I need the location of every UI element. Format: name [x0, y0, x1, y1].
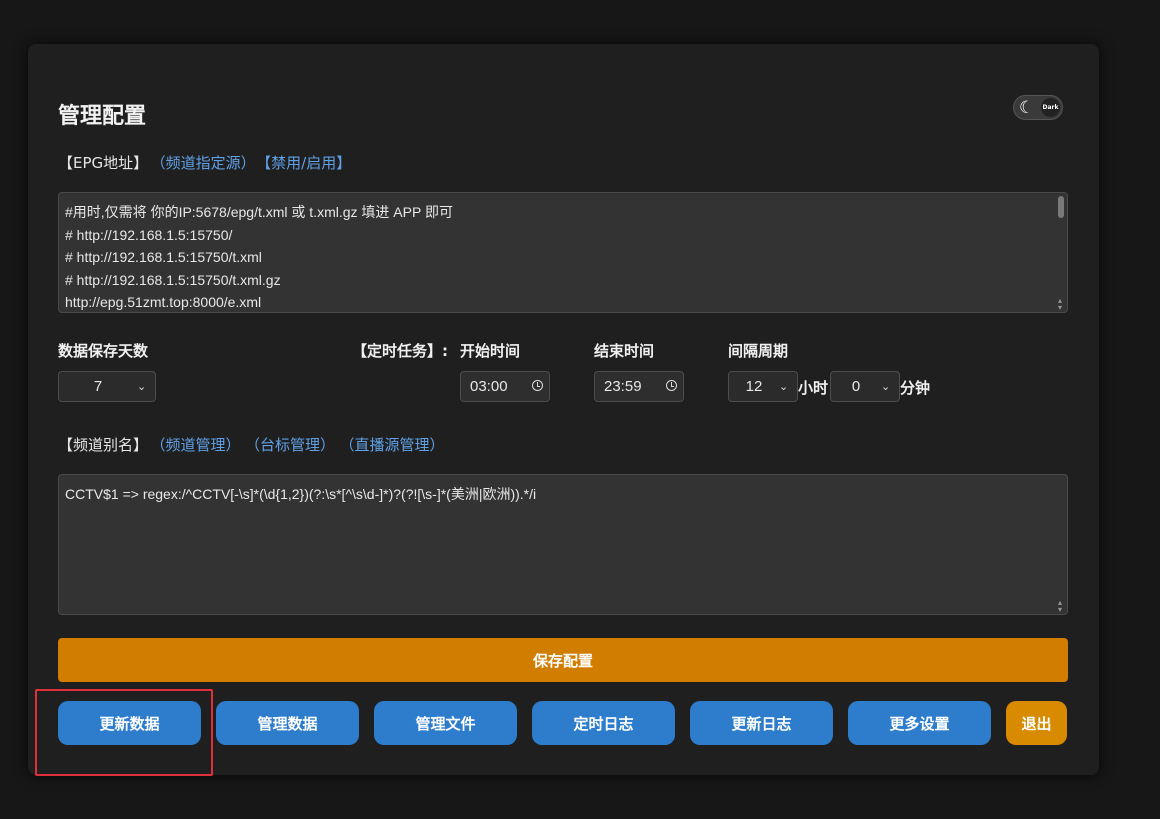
interval-minutes-select[interactable]: 0 ⌄: [830, 371, 900, 402]
page-title: 管理配置: [58, 104, 147, 129]
live-source-manage-link[interactable]: （直播源管理）: [347, 436, 445, 454]
save-config-button[interactable]: 保存配置: [58, 638, 1068, 682]
update-log-button[interactable]: 更新日志: [690, 701, 833, 745]
toggle-enable-link[interactable]: 【禁用/启用】: [264, 154, 352, 172]
interval-minutes-value: 0: [851, 378, 861, 395]
resize-handle-icon[interactable]: ▴ ▾: [1056, 297, 1064, 312]
theme-toggle[interactable]: ☾ Dark: [1013, 95, 1063, 120]
end-time-label: 结束时间: [594, 342, 655, 360]
interval-label: 间隔周期: [728, 342, 789, 360]
channel-manage-link[interactable]: （频道管理）: [158, 436, 241, 454]
chevron-down-icon: ⌄: [881, 381, 891, 393]
resize-handle-icon[interactable]: ▴ ▾: [1056, 599, 1064, 614]
logo-manage-link[interactable]: （台标管理）: [253, 436, 336, 454]
cron-log-button[interactable]: 定时日志: [532, 701, 675, 745]
alias-label: 【频道别名】: [58, 436, 149, 454]
epg-header: 【EPG地址】 （频道指定源） 【禁用/启用】: [58, 152, 351, 173]
scrollbar-thumb[interactable]: [1058, 196, 1064, 218]
epg-line: # http://192.168.1.5:15750/t.xml: [65, 249, 262, 265]
logout-button[interactable]: 退出: [1006, 701, 1067, 745]
minutes-unit: 分钟: [900, 379, 931, 397]
more-settings-button[interactable]: 更多设置: [848, 701, 991, 745]
epg-url-textarea[interactable]: #用时,仅需将 你的IP:5678/epg/t.xml 或 t.xml.gz 填…: [58, 192, 1068, 313]
interval-hours-value: 12: [745, 378, 763, 395]
alias-content: CCTV$1 => regex:/^CCTV[-\s]*(\d{1,2})(?:…: [65, 486, 537, 502]
epg-line: #用时,仅需将 你的IP:5678/epg/t.xml 或 t.xml.gz 填…: [65, 204, 453, 220]
clock-icon[interactable]: [666, 380, 677, 391]
highlight-box: [35, 689, 213, 776]
manage-files-button[interactable]: 管理文件: [374, 701, 517, 745]
channel-source-link[interactable]: （频道指定源）: [158, 154, 256, 172]
epg-line: # http://192.168.1.5:15750/: [65, 226, 233, 243]
start-time-input[interactable]: 03:00: [460, 371, 550, 402]
end-time-input[interactable]: 23:59: [594, 371, 684, 402]
start-time-label: 开始时间: [460, 342, 521, 360]
alias-textarea[interactable]: CCTV$1 => regex:/^CCTV[-\s]*(\d{1,2})(?:…: [58, 474, 1068, 615]
epg-label: 【EPG地址】: [58, 154, 149, 172]
hours-unit: 小时: [798, 379, 829, 397]
interval-hours-select[interactable]: 12 ⌄: [728, 371, 798, 402]
epg-line: http://epg.51zmt.top:8000/e.xml: [65, 294, 262, 310]
moon-icon: ☾: [1019, 98, 1035, 118]
start-time-value: 03:00: [470, 378, 508, 395]
alias-header: 【频道别名】 （频道管理） （台标管理） （直播源管理）: [58, 434, 445, 455]
clock-icon[interactable]: [532, 380, 543, 391]
chevron-down-icon: ⌄: [779, 381, 789, 393]
retention-select[interactable]: 7 ⌄: [58, 371, 156, 402]
chevron-down-icon: ⌄: [137, 381, 147, 393]
cron-label: 【定时任务】:: [352, 342, 448, 360]
manage-data-button[interactable]: 管理数据: [216, 701, 359, 745]
theme-toggle-knob: Dark: [1041, 98, 1060, 117]
retention-label: 数据保存天数: [58, 342, 149, 360]
retention-value: 7: [93, 378, 103, 395]
end-time-value: 23:59: [604, 378, 642, 395]
epg-line: # http://192.168.1.5:15750/t.xml.gz: [65, 271, 281, 288]
